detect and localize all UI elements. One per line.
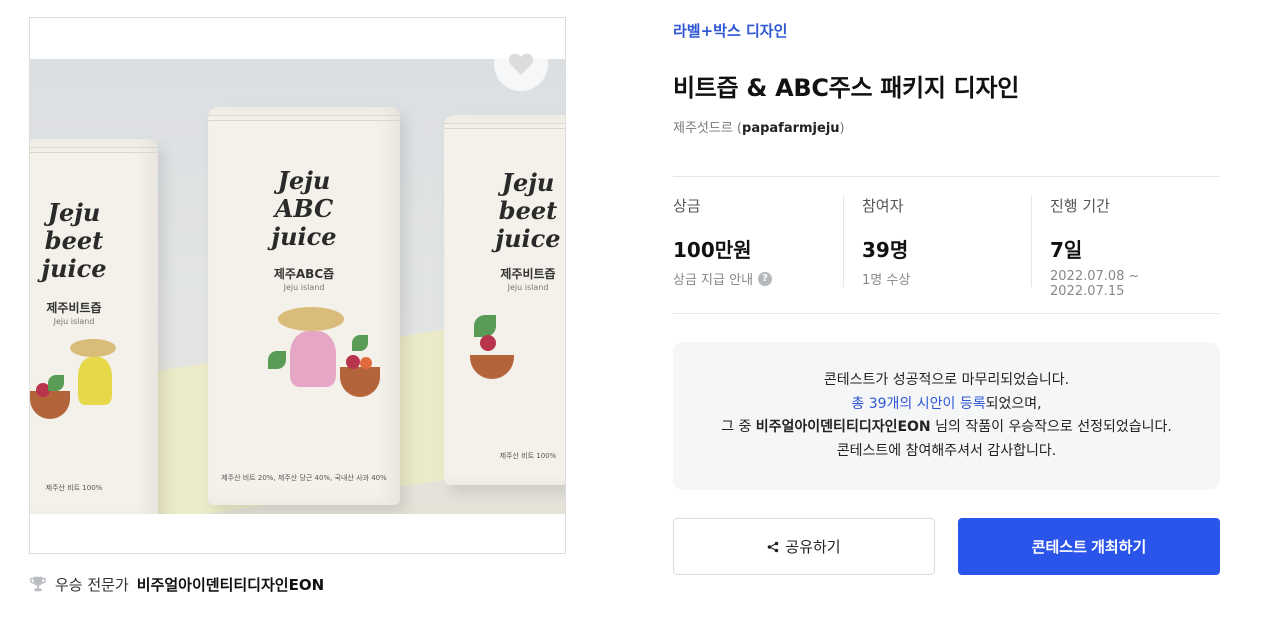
share-button-label: 공유하기 [785,539,841,556]
notice-line-2: 총 39개의 시안이 등록되었으며, [673,393,1220,417]
share-icon [768,541,779,552]
pouch-fineprint: 제주산 비트 20%, 제주산 당근 40%, 국내산 사과 40% [221,474,387,482]
pouch-brand: Jeju ABC juice [271,166,337,251]
stat-prize-value: 100만원 [673,238,752,262]
entries-link[interactable]: 총 39개의 시안이 등록 [851,396,985,412]
stat-participants-sub: 1명 수상 [862,273,911,288]
notice-line-3-rest: 님의 작품이 우승작으로 선정되었습니다. [930,419,1172,435]
stat-period: 진행 기간 7일 2022.07.08 ~ 2022.07.15 [1031,195,1220,299]
pouch-fineprint: 제주산 비트 100% [499,452,557,460]
winner-info: 우승 전문가 비주얼아이덴티티디자인EON [29,572,324,596]
prize-payment-info-label: 상금 지급 안내 [673,273,754,288]
stat-period-label: 진행 기간 [1050,197,1110,215]
prize-payment-info[interactable]: 상금 지급 안내 ? [673,269,833,288]
juice-pouch-right: Jeju beet juice 제주비트즙 Jeju island 제주산 비트… [444,115,565,485]
contest-title: 비트즙 & ABC주스 패키지 디자인 [673,74,1020,102]
notice-line-3: 그 중 비주얼아이덴티티디자인EON 님의 작품이 우승작으로 선정되었습니다. [673,416,1220,440]
pouch-fineprint: 제주산 비트 100% [45,484,103,492]
heart-icon [508,53,534,75]
notice-line-4: 콘테스트에 참여해주셔서 감사합니다. [836,442,1057,459]
host-contest-button[interactable]: 콘테스트 개최하기 [958,518,1220,575]
share-button[interactable]: 공유하기 [673,518,935,575]
notice-line-2-rest: 되었으며, [985,395,1042,412]
notice-line-3-pre: 그 중 [721,419,756,435]
divider-top [673,176,1220,177]
stat-period-dates: 2022.07.08 ~ 2022.07.15 [1050,269,1140,299]
product-photo: Jeju beet juice 제주비트즙 Jeju island 제주산 비트… [30,59,565,514]
contest-stats: 상금 100만원 상금 지급 안내 ? 참여자 39명 1명 수상 진행 기간 … [673,195,1220,299]
juice-pouch-middle: Jeju ABC juice 제주ABC즙 Jeju island 제주산 비트… [208,107,400,505]
contest-owner: 제주섯드르 (papafarmjeju) [673,117,845,136]
winner-name: 비주얼아이덴티티디자인EON [136,575,325,594]
owner-suffix: ) [839,121,845,136]
pouch-brand: Jeju beet juice [495,168,561,253]
owner-id: papafarmjeju [742,121,840,136]
notice-winner-name: 비주얼아이덴티티디자인EON [755,419,931,435]
divider-bottom [673,313,1220,314]
contest-category[interactable]: 라벨+박스 디자인 [673,20,787,41]
juice-pouch-left: Jeju beet juice 제주비트즙 Jeju island 제주산 비트… [30,139,158,514]
pouch-english-name: Jeju island [507,283,549,292]
stat-prize: 상금 100만원 상금 지급 안내 ? [673,195,843,288]
stat-participants-value: 39명 [862,238,909,262]
stat-period-value: 7일 [1050,238,1083,262]
notice-line-1: 콘테스트가 성공적으로 마무리되었습니다. [823,372,1070,388]
winner-label: 우승 전문가 [55,575,129,594]
pouch-english-name: Jeju island [283,283,325,292]
pouch-korean-name: 제주비트즙 [46,301,102,315]
pouch-korean-name: 제주비트즙 [500,267,556,281]
trophy-icon [30,576,46,592]
pouch-brand: Jeju beet juice [41,198,107,283]
favorite-button[interactable] [494,37,548,91]
question-icon[interactable]: ? [758,271,773,286]
contest-result-notice: 콘테스트가 성공적으로 마무리되었습니다. 총 39개의 시안이 등록되었으며,… [673,342,1220,490]
contest-image-card: Jeju beet juice 제주비트즙 Jeju island 제주산 비트… [29,17,566,554]
pouch-english-name: Jeju island [53,317,95,326]
stat-participants: 참여자 39명 1명 수상 [843,195,1031,288]
owner-prefix: 제주섯드르 ( [673,121,743,136]
stat-participants-label: 참여자 [862,197,904,215]
pouch-korean-name: 제주ABC즙 [273,267,335,281]
stat-prize-label: 상금 [673,197,701,215]
